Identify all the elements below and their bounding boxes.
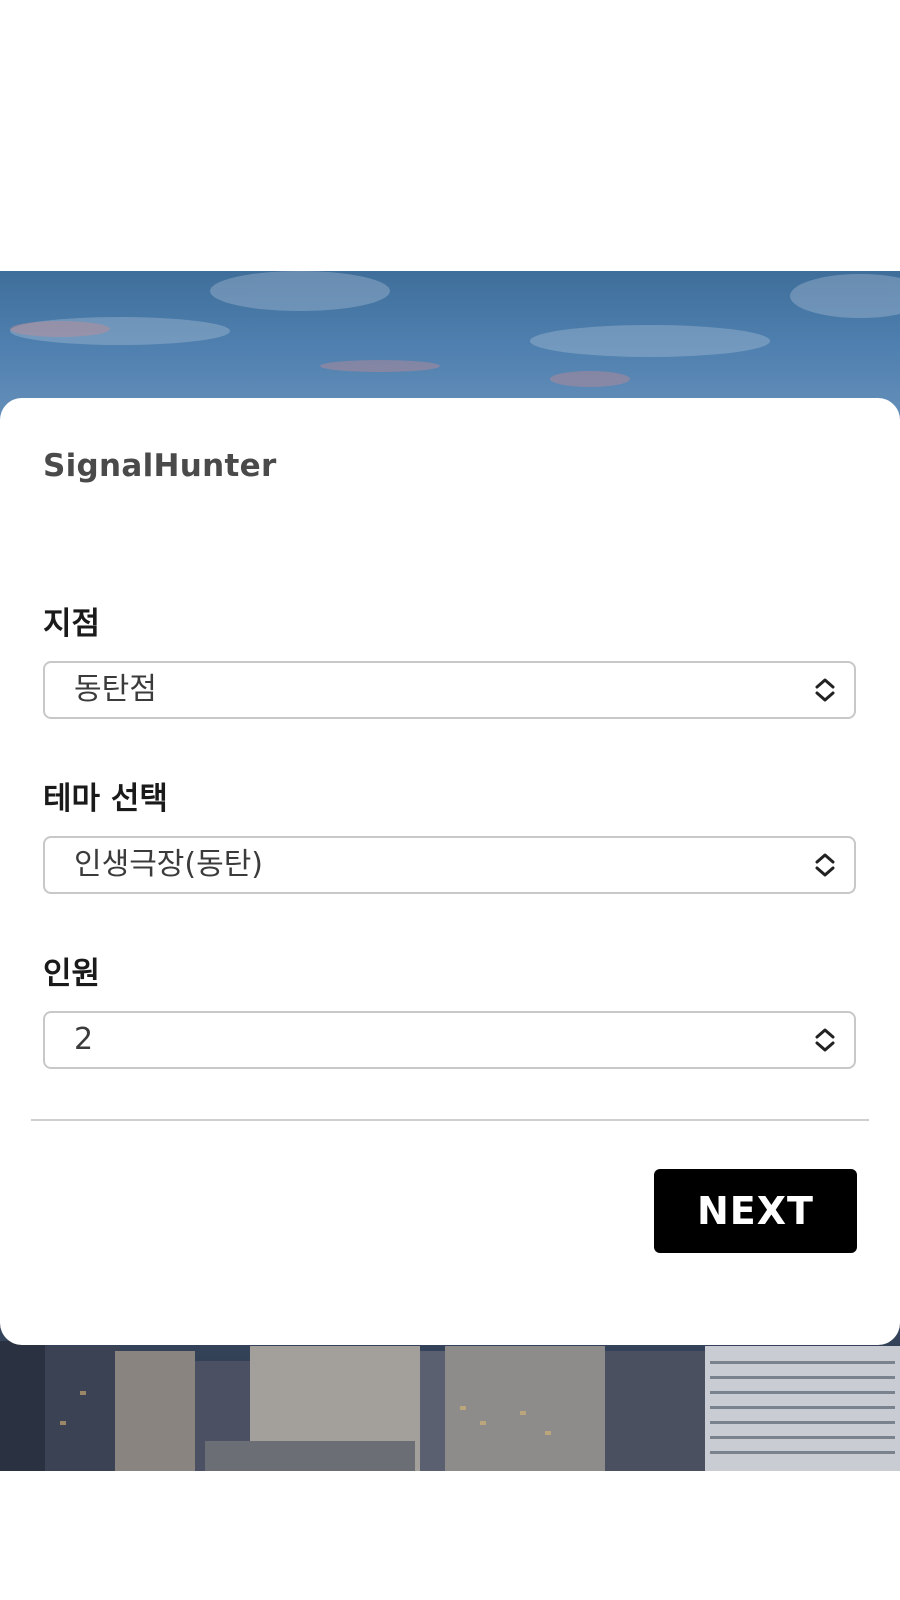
branch-select-value: 동탄점 <box>74 672 157 707</box>
people-select[interactable]: 2 <box>43 1011 856 1069</box>
next-button[interactable]: NEXT <box>654 1169 857 1253</box>
chevron-up-down-icon <box>815 1028 835 1052</box>
chevron-up-down-icon <box>815 678 835 702</box>
people-label: 인원 <box>43 956 101 992</box>
branch-label: 지점 <box>43 606 101 642</box>
brand-title: SignalHunter <box>43 448 277 484</box>
theme-label: 테마 선택 <box>43 781 168 817</box>
form-divider <box>31 1119 869 1121</box>
theme-select[interactable]: 인생극장(동탄) <box>43 836 856 894</box>
people-select-value: 2 <box>74 1022 94 1057</box>
theme-select-value: 인생극장(동탄) <box>74 847 264 882</box>
chevron-up-down-icon <box>815 853 835 877</box>
branch-select[interactable]: 동탄점 <box>43 661 856 719</box>
